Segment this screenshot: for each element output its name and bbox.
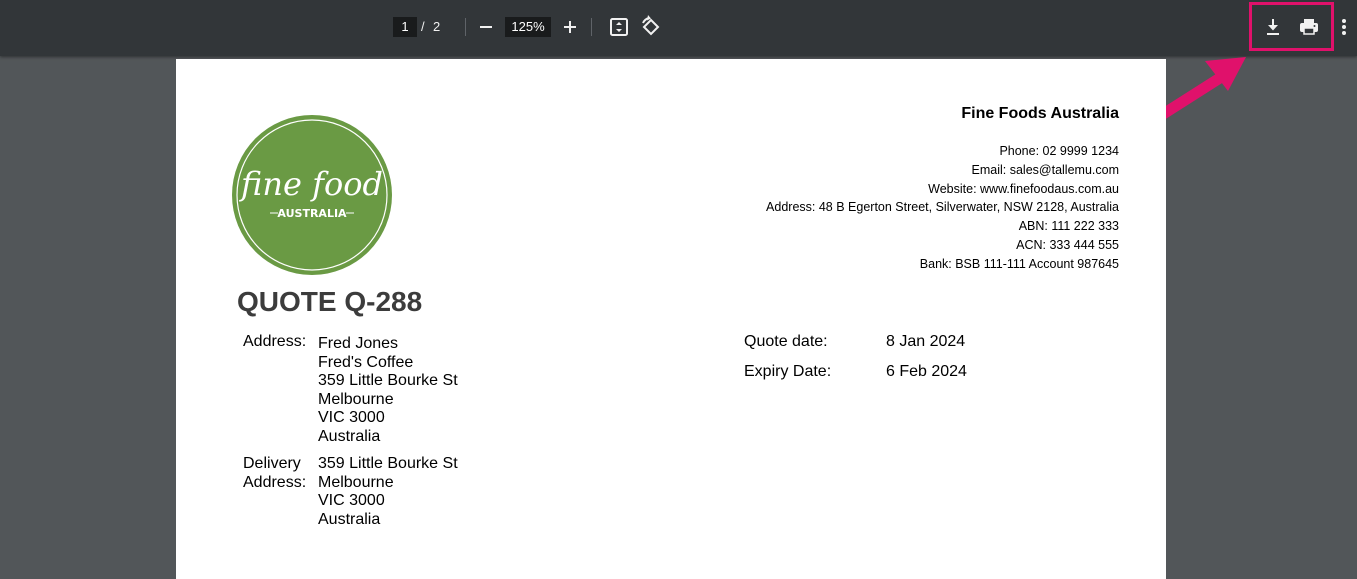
expiry-date-value: 6 Feb 2024 <box>886 363 967 380</box>
company-website: Website: www.finefoodaus.com.au <box>928 181 1119 196</box>
address-line: 359 Little Bourke St <box>318 372 458 389</box>
address-line: Melbourne <box>318 390 394 408</box>
expiry-date-label: Expiry Date: <box>744 363 832 380</box>
delivery-address-block: 359 Little Bourke St Melbourne VIC 3000 … <box>318 455 458 529</box>
total-pages: 2 <box>433 19 441 34</box>
company-details: Fine Foods Australia Phone: 02 9999 1234… <box>766 105 1119 274</box>
quote-title: QUOTE Q-288 <box>237 286 423 317</box>
address-line: Australia <box>318 427 381 445</box>
delivery-label-line: Delivery <box>243 455 301 472</box>
quote-date-value: 8 Jan 2024 <box>886 333 966 350</box>
company-phone: Phone: 02 9999 1234 <box>999 144 1119 158</box>
fine-food-logo: fine food AUSTRALIA <box>232 115 392 275</box>
delivery-address-label: Delivery Address: <box>243 455 306 492</box>
minus-icon[interactable] <box>473 14 499 40</box>
page-separator: / <box>421 19 425 34</box>
quote-date-label: Quote date: <box>744 333 828 350</box>
print-icon[interactable] <box>1296 14 1322 40</box>
delivery-line: Melbourne <box>318 473 394 491</box>
download-icon[interactable] <box>1260 14 1286 40</box>
plus-icon[interactable] <box>557 14 583 40</box>
company-address: Address: 48 B Egerton Street, Silverwate… <box>766 200 1119 215</box>
delivery-line: 359 Little Bourke St <box>318 455 458 472</box>
company-abn: ABN: 111 222 333 <box>1018 219 1119 234</box>
pdf-page: fine food AUSTRALIA QUOTE Q-288 Fine Foo… <box>176 59 1166 579</box>
address-block: Fred Jones Fred's Coffee 359 Little Bour… <box>318 335 458 446</box>
toolbar-divider <box>591 18 592 36</box>
toolbar-divider <box>465 18 466 36</box>
address-line: Fred's Coffee <box>318 353 414 371</box>
more-vert-icon[interactable] <box>1332 14 1356 40</box>
address-line: Fred Jones <box>318 335 399 352</box>
company-bank: Bank: BSB 111-111 Account 987645 <box>919 256 1119 271</box>
company-name: Fine Foods Australia <box>961 105 1119 122</box>
delivery-line: Australia <box>318 510 381 528</box>
page-number-input[interactable]: 1 <box>393 17 417 37</box>
svg-text:AUSTRALIA: AUSTRALIA <box>277 207 347 220</box>
fit-page-icon[interactable] <box>606 14 632 40</box>
delivery-line: VIC 3000 <box>318 492 385 509</box>
address-line: VIC 3000 <box>318 409 385 426</box>
rotate-icon[interactable] <box>638 14 664 40</box>
zoom-input[interactable]: 125% <box>505 17 551 37</box>
delivery-label-line: Address: <box>243 473 307 491</box>
svg-text:fine food: fine food <box>239 165 383 203</box>
address-label: Address: <box>243 333 307 350</box>
company-email: Email: sales@tallemu.com <box>971 162 1119 177</box>
company-acn: ACN: 333 444 555 <box>1016 237 1119 252</box>
